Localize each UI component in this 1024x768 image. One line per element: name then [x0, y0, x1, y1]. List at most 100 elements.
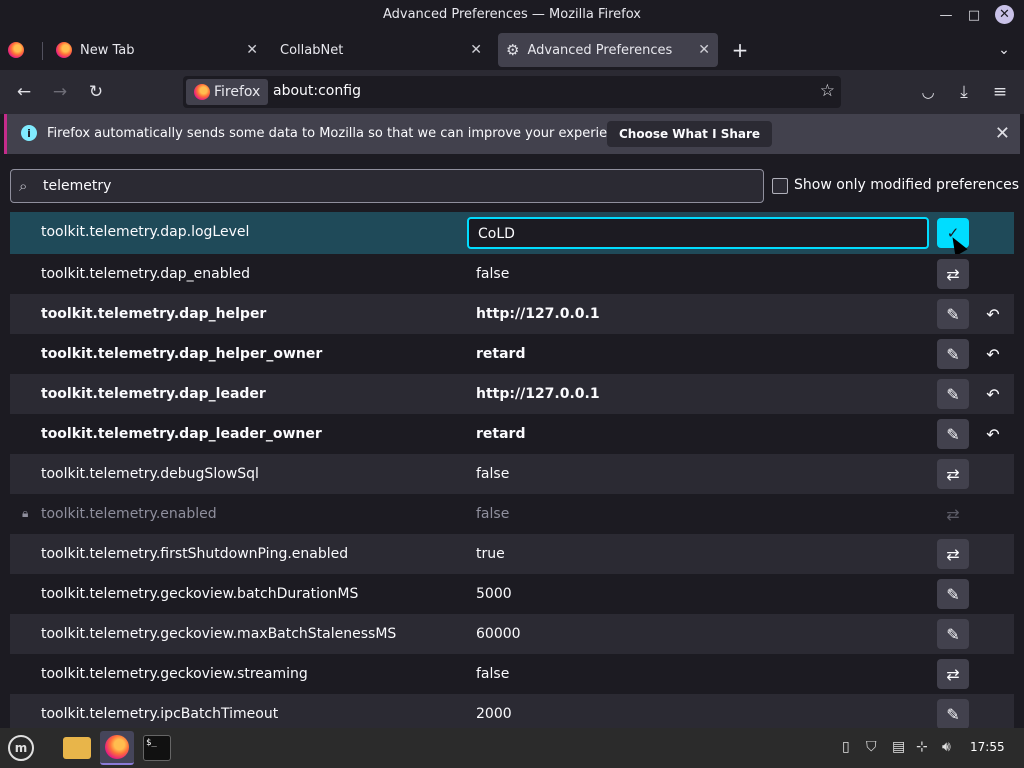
table-row[interactable]: toolkit.telemetry.firstShutdownPing.enab… [10, 534, 1014, 574]
tab-advanced-preferences[interactable]: ⚙ Advanced Preferences ✕ [498, 33, 718, 67]
preference-name: toolkit.telemetry.geckoview.streaming [41, 666, 308, 682]
table-row[interactable]: toolkit.telemetry.debugSlowSql false ⇄ [10, 454, 1014, 494]
toggle-button[interactable]: ⇄ [937, 459, 969, 489]
start-menu-button[interactable]: m [4, 731, 38, 765]
table-row[interactable]: toolkit.telemetry.dap_leader_owner retar… [10, 414, 1014, 454]
network-icon[interactable]: ⊹ [916, 739, 928, 755]
edit-button[interactable]: ✎ [937, 339, 969, 369]
info-icon: i [21, 125, 37, 141]
url-bar[interactable]: Firefox about:config ☆ [183, 76, 841, 108]
firefox-icon [105, 735, 129, 759]
app-menu-button[interactable]: ≡ [988, 80, 1012, 104]
shield-icon[interactable]: ⛉ [866, 739, 877, 755]
table-row[interactable]: toolkit.telemetry.ipcBatchTimeout 2000 ✎ [10, 694, 1014, 728]
preference-value: false [476, 666, 510, 682]
system-taskbar: m $_ ▯ ⛉ ▤ ⊹ 🔊︎ 17:55 [0, 728, 1024, 768]
table-row[interactable]: toolkit.telemetry.geckoview.streaming fa… [10, 654, 1014, 694]
pencil-icon: ✎ [946, 584, 960, 604]
pencil-icon: ✎ [946, 304, 960, 324]
edit-button[interactable]: ✎ [937, 699, 969, 728]
back-button[interactable]: ← [12, 80, 36, 104]
preference-value: false [476, 506, 510, 522]
search-value: telemetry [43, 178, 112, 194]
arrow-right-icon: → [52, 82, 68, 102]
table-row[interactable]: toolkit.telemetry.dap_leader http://127.… [10, 374, 1014, 414]
lock-icon: 🔒︎ [22, 506, 29, 520]
show-modified-label[interactable]: Show only modified preferences [794, 177, 1019, 193]
close-tab-icon[interactable]: ✕ [698, 42, 710, 58]
preference-name: toolkit.telemetry.ipcBatchTimeout [41, 706, 279, 722]
url-text[interactable]: about:config [273, 83, 361, 99]
telemetry-notification-bar: i Firefox automatically sends some data … [4, 114, 1020, 154]
toggle-button: ⇄ [937, 499, 969, 529]
undo-icon: ↶ [986, 384, 1000, 404]
forward-button[interactable]: → [48, 80, 72, 104]
files-launcher[interactable] [60, 731, 94, 765]
table-row[interactable]: toolkit.telemetry.dap_helper http://127.… [10, 294, 1014, 334]
edit-button[interactable]: ✎ [937, 299, 969, 329]
close-notification-icon[interactable]: ✕ [995, 123, 1010, 144]
reload-icon: ↻ [88, 82, 104, 102]
edit-value: CoLD [478, 226, 515, 242]
maximize-icon[interactable]: □ [964, 5, 984, 25]
table-row[interactable]: toolkit.telemetry.geckoview.maxBatchStal… [10, 614, 1014, 654]
table-row[interactable]: toolkit.telemetry.dap_helper_owner retar… [10, 334, 1014, 374]
clipboard-icon[interactable]: ▯ [842, 739, 850, 755]
toggle-arrows-icon: ⇄ [946, 264, 960, 284]
minimize-icon[interactable]: — [936, 5, 956, 25]
clock[interactable]: 17:55 [970, 740, 1005, 754]
firefox-launcher[interactable] [100, 731, 134, 765]
volume-icon[interactable]: 🔊︎ [942, 739, 951, 755]
table-row[interactable]: toolkit.telemetry.geckoview.batchDuratio… [10, 574, 1014, 614]
bookmark-star-icon[interactable]: ☆ [820, 81, 835, 101]
undo-icon: ↶ [986, 304, 1000, 324]
toggle-button[interactable]: ⇄ [937, 659, 969, 689]
downloads-button[interactable]: ⤓ [952, 80, 976, 104]
pencil-icon: ✎ [946, 624, 960, 644]
toggle-button[interactable]: ⇄ [937, 539, 969, 569]
plus-icon: + [731, 38, 749, 62]
undo-icon: ↶ [986, 344, 1000, 364]
close-tab-icon[interactable]: ✕ [246, 42, 258, 58]
edit-button[interactable]: ✎ [937, 419, 969, 449]
terminal-launcher[interactable]: $_ [140, 731, 174, 765]
tab-collabnet[interactable]: CollabNet ✕ [272, 33, 490, 67]
edit-button[interactable]: ✎ [937, 379, 969, 409]
preference-value: 60000 [476, 626, 521, 642]
preference-value: retard [476, 426, 526, 442]
identity-label: Firefox [214, 84, 261, 100]
reset-button[interactable]: ↶ [978, 419, 1008, 449]
tab-new-tab[interactable]: New Tab ✕ [48, 33, 266, 67]
preference-value: false [476, 466, 510, 482]
tab-label: New Tab [80, 42, 135, 58]
preferences-table: toolkit.telemetry.dap.logLevel CoLD ✓ to… [10, 212, 1014, 728]
pencil-icon: ✎ [946, 384, 960, 404]
tab-label: CollabNet [280, 42, 344, 58]
toggle-button[interactable]: ⇄ [937, 259, 969, 289]
reset-button[interactable]: ↶ [978, 379, 1008, 409]
notes-icon[interactable]: ▤ [892, 739, 905, 755]
identity-box[interactable]: Firefox [186, 79, 269, 105]
firefox-view-button[interactable] [8, 33, 34, 67]
preference-value-input[interactable]: CoLD [467, 217, 929, 249]
reset-button[interactable]: ↶ [978, 339, 1008, 369]
new-tab-button[interactable]: + [728, 33, 752, 67]
reset-button[interactable]: ↶ [978, 299, 1008, 329]
table-row[interactable]: toolkit.telemetry.dap.logLevel CoLD ✓ [10, 212, 1014, 257]
preference-search-input[interactable]: ⌕ telemetry [10, 169, 764, 203]
reload-button[interactable]: ↻ [84, 80, 108, 104]
linux-mint-logo-icon: m [8, 735, 34, 761]
table-row[interactable]: toolkit.telemetry.dap_enabled false ⇄ [10, 254, 1014, 294]
firefox-icon [194, 84, 210, 100]
preference-value: true [476, 546, 505, 562]
show-modified-checkbox[interactable] [772, 178, 788, 194]
firefox-icon [56, 42, 72, 58]
edit-button[interactable]: ✎ [937, 619, 969, 649]
pocket-button[interactable]: ◡ [916, 80, 940, 104]
close-window-icon[interactable]: ✕ [995, 5, 1014, 24]
edit-button[interactable]: ✎ [937, 579, 969, 609]
choose-what-i-share-button[interactable]: Choose What I Share [607, 121, 773, 147]
close-tab-icon[interactable]: ✕ [470, 42, 482, 58]
firefox-view-icon [8, 42, 24, 58]
list-all-tabs-button[interactable]: ⌄ [992, 33, 1016, 67]
